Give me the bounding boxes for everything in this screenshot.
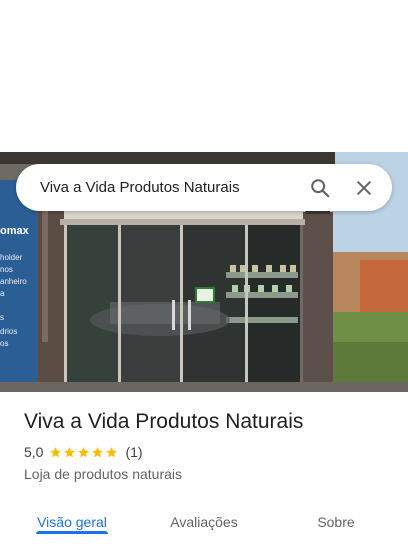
tab-reviews[interactable]: Avaliações xyxy=(156,500,252,544)
rating-row[interactable]: 5,0 (1) xyxy=(24,444,143,460)
star-icon xyxy=(64,446,76,457)
star-icon xyxy=(78,446,90,457)
tab-about[interactable]: Sobre xyxy=(288,500,384,544)
rating-value: 5,0 xyxy=(24,444,44,460)
star-icon xyxy=(106,446,118,457)
sign-line-7: os xyxy=(0,339,8,348)
sign-line-2: nos xyxy=(0,265,13,274)
sign-line-1: holder xyxy=(0,253,23,262)
rating-stars xyxy=(49,446,119,459)
sign-line-3: anheiro xyxy=(0,277,27,286)
place-tabs: Visão geral Avaliações Sobre xyxy=(0,500,408,544)
sign-text: omax xyxy=(0,225,30,237)
close-icon[interactable] xyxy=(342,166,386,210)
sign-line-4: a xyxy=(0,289,5,298)
tab-overview[interactable]: Visão geral xyxy=(24,500,120,544)
star-icon xyxy=(92,446,104,457)
sign-line-6: drios xyxy=(0,327,17,336)
place-title: Viva a Vida Produtos Naturais xyxy=(24,410,304,433)
search-input[interactable]: Viva a Vida Produtos Naturais xyxy=(40,179,298,196)
sign-line-5: s xyxy=(0,313,4,322)
place-info-panel: Viva a Vida Produtos Naturais 5,0 (1) Lo… xyxy=(0,392,408,544)
star-icon xyxy=(50,446,62,457)
active-tab-indicator xyxy=(36,531,108,534)
search-icon[interactable] xyxy=(298,166,342,210)
place-category[interactable]: Loja de produtos naturais xyxy=(24,466,182,482)
search-bar[interactable]: Viva a Vida Produtos Naturais xyxy=(16,164,392,211)
review-count[interactable]: (1) xyxy=(125,444,142,460)
